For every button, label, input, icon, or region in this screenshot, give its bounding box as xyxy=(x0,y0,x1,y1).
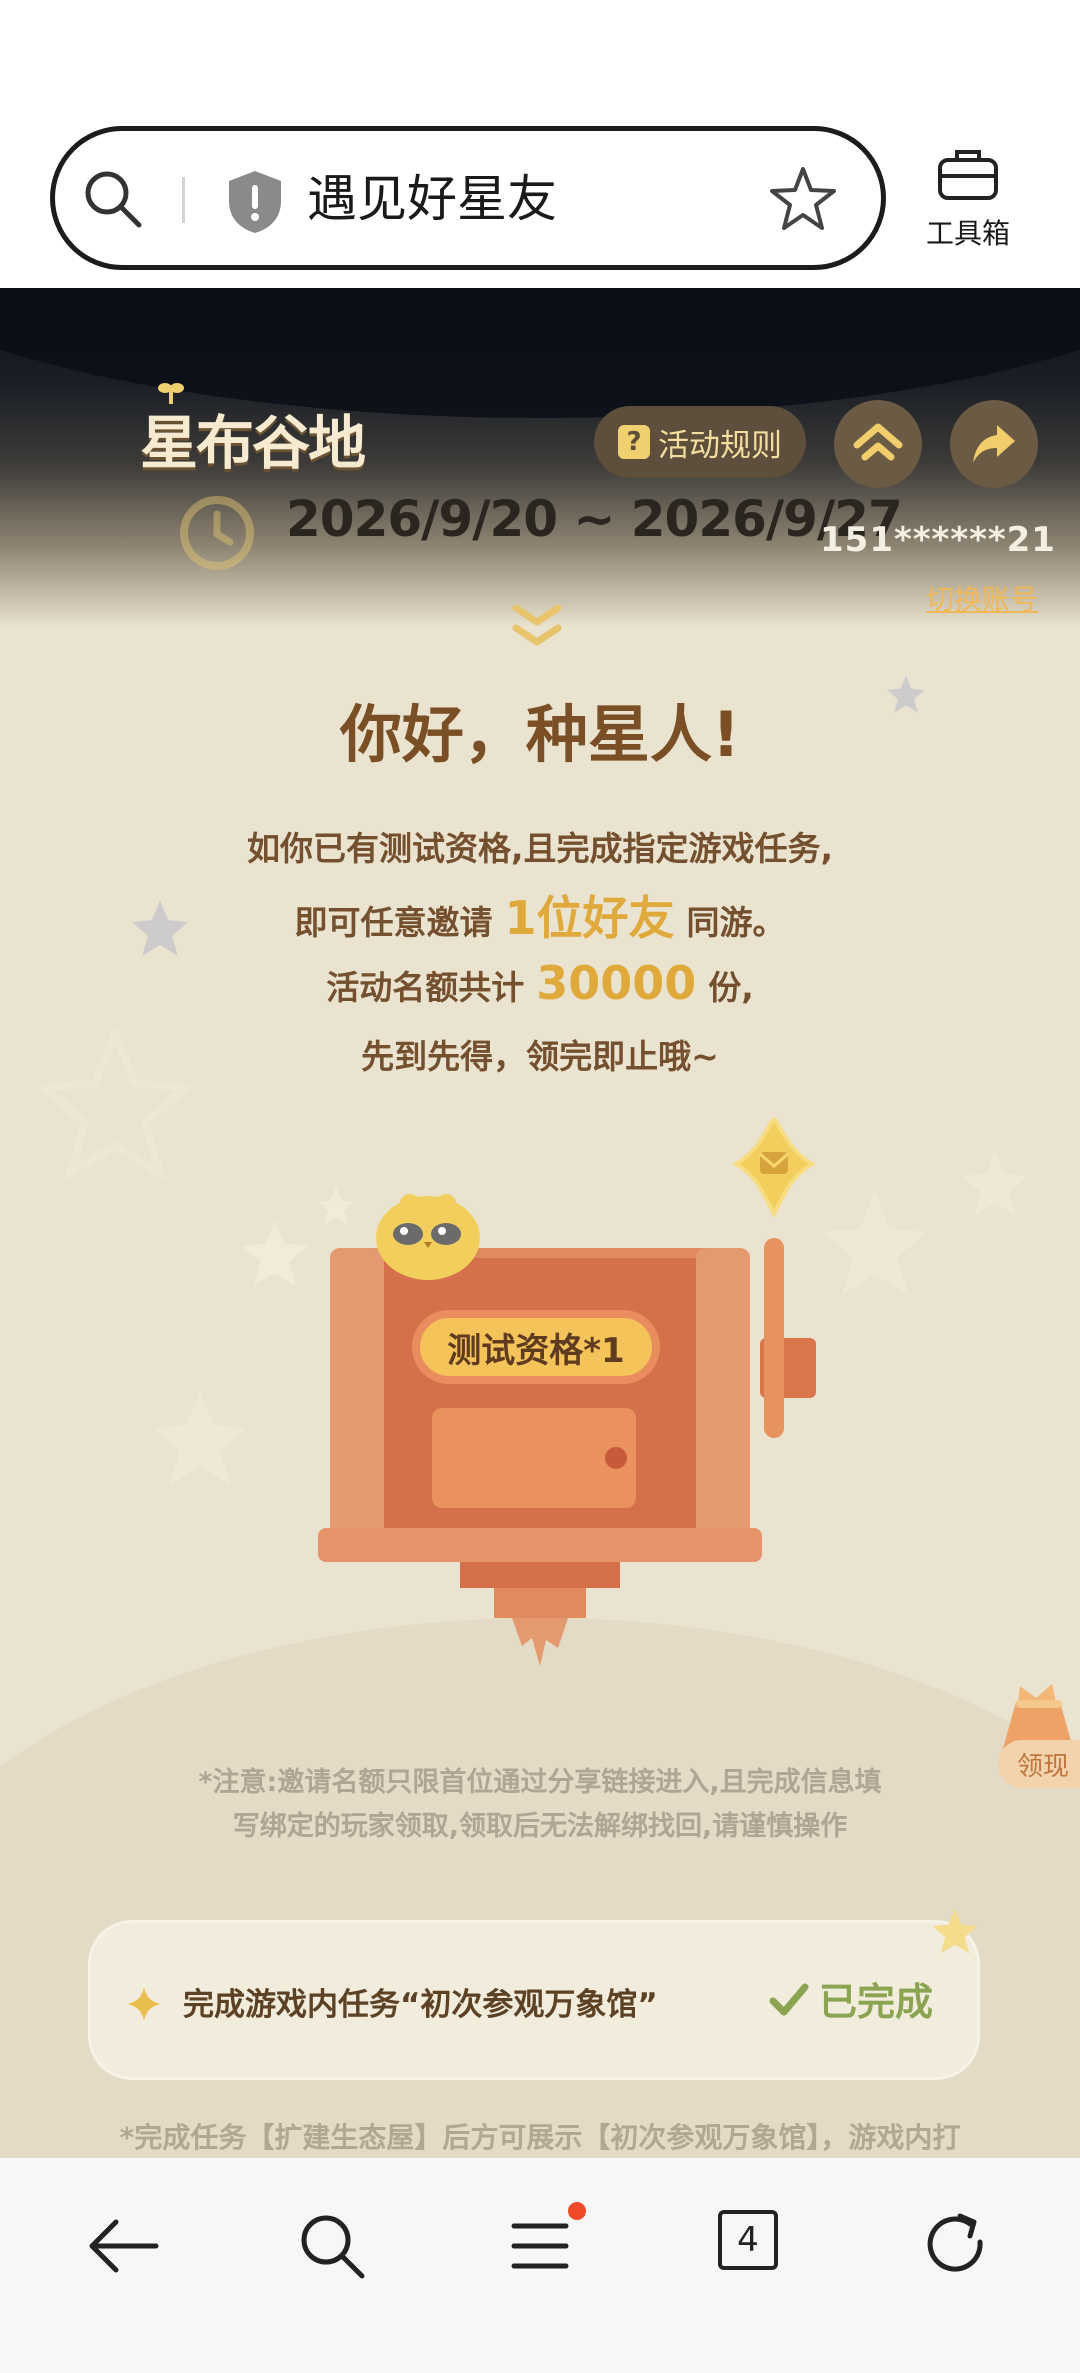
task-status-label: 已完成 xyxy=(819,1980,934,2024)
description-line-4: 先到先得，领完即止哦~ xyxy=(361,1037,719,1076)
game-logo: 星布谷地 xyxy=(140,409,366,477)
description-text: 活动名额共计 xyxy=(326,968,525,1007)
back-arrow-icon xyxy=(89,2219,159,2273)
chevron-down-icon xyxy=(512,604,562,646)
share-icon xyxy=(973,425,1015,463)
description-line-2: 即可任意邀请 1位好友 同游。 xyxy=(0,882,1080,948)
tabs-button[interactable]: 4 xyxy=(718,2210,778,2270)
url-bar[interactable]: 遇见好星友 xyxy=(50,126,886,270)
url-title[interactable]: 遇见好星友 xyxy=(307,161,557,237)
check-icon xyxy=(769,1983,809,2015)
url-divider xyxy=(182,177,185,223)
description-line-1: 如你已有测试资格,且完成指定游戏任务, xyxy=(246,829,834,868)
description-text: 即可任意邀请 xyxy=(294,903,493,942)
qualification-badge: 测试资格*1 xyxy=(412,1310,660,1384)
description-line-3: 活动名额共计 30000 份, xyxy=(0,956,1080,1010)
friend-count-highlight: 1位好友 xyxy=(504,891,675,945)
home-icon xyxy=(853,423,903,461)
decor-star-icon xyxy=(962,1150,1028,1216)
browser-bottom-nav: 4 xyxy=(0,2158,1080,2373)
switch-account-link[interactable]: 切换账号 xyxy=(926,578,1038,618)
menu-button[interactable] xyxy=(500,2206,580,2286)
quota-highlight: 30000 xyxy=(536,956,697,1010)
footer-note: *完成任务【扩建生态屋】后方可展示【初次参观万象馆】，游戏内打 xyxy=(119,2121,961,2154)
toolbox-button[interactable]: 工具箱 xyxy=(916,146,1020,250)
toolbox-label: 工具箱 xyxy=(925,217,1010,250)
search-icon xyxy=(301,2215,365,2279)
star-icon[interactable] xyxy=(769,165,837,233)
task-card: 完成游戏内任务“初次参观万象馆” 已完成 xyxy=(88,1908,980,2080)
greeting-title: 你好，种星人! xyxy=(339,698,741,771)
activity-rules-label: 活动规则 xyxy=(658,427,782,464)
note-line-1: *注意:邀请名额只限首位通过分享链接进入,且完成信息填 xyxy=(198,1767,882,1798)
notification-dot xyxy=(568,2202,586,2220)
browser-top-bar: 遇见好星友 工具箱 xyxy=(0,0,1080,288)
task-status: 已完成 xyxy=(767,1971,933,2026)
menu-icon xyxy=(511,2223,569,2269)
note-line-2: 写绑定的玩家领取,领取后无法解绑找回,请谨慎操作 xyxy=(232,1811,848,1842)
task-description: 完成游戏内任务“初次参观万象馆” xyxy=(183,1987,658,2023)
search-icon[interactable] xyxy=(81,167,145,231)
activity-date-range: 2026/9/20 ~ 2026/9/27 xyxy=(286,490,903,548)
decor-star-icon xyxy=(153,1391,247,1485)
activity-rules-button[interactable]: ? 活动规则 xyxy=(594,406,806,478)
account-id: 151******21 xyxy=(820,520,1056,560)
clock-icon xyxy=(180,496,254,570)
home-button[interactable] xyxy=(834,400,922,488)
description-text: 份, xyxy=(708,968,754,1007)
help-icon: ? xyxy=(618,425,650,459)
toolbox-icon xyxy=(938,150,998,200)
web-page: 星布谷地 ? 活动规则 2026/9/20 ~ 2026/9/27 151***… xyxy=(0,288,1080,2158)
search-button[interactable] xyxy=(292,2206,372,2286)
refresh-icon xyxy=(927,2213,983,2272)
diamond-icon xyxy=(127,1987,161,2021)
back-button[interactable] xyxy=(84,2206,164,2286)
decor-star-icon xyxy=(932,1908,978,1954)
description-text: 同游。 xyxy=(686,903,786,942)
gacha-machine-illustration xyxy=(318,1118,816,1666)
share-button[interactable] xyxy=(950,400,1038,488)
shield-icon[interactable] xyxy=(225,169,285,235)
refresh-button[interactable] xyxy=(916,2206,996,2286)
